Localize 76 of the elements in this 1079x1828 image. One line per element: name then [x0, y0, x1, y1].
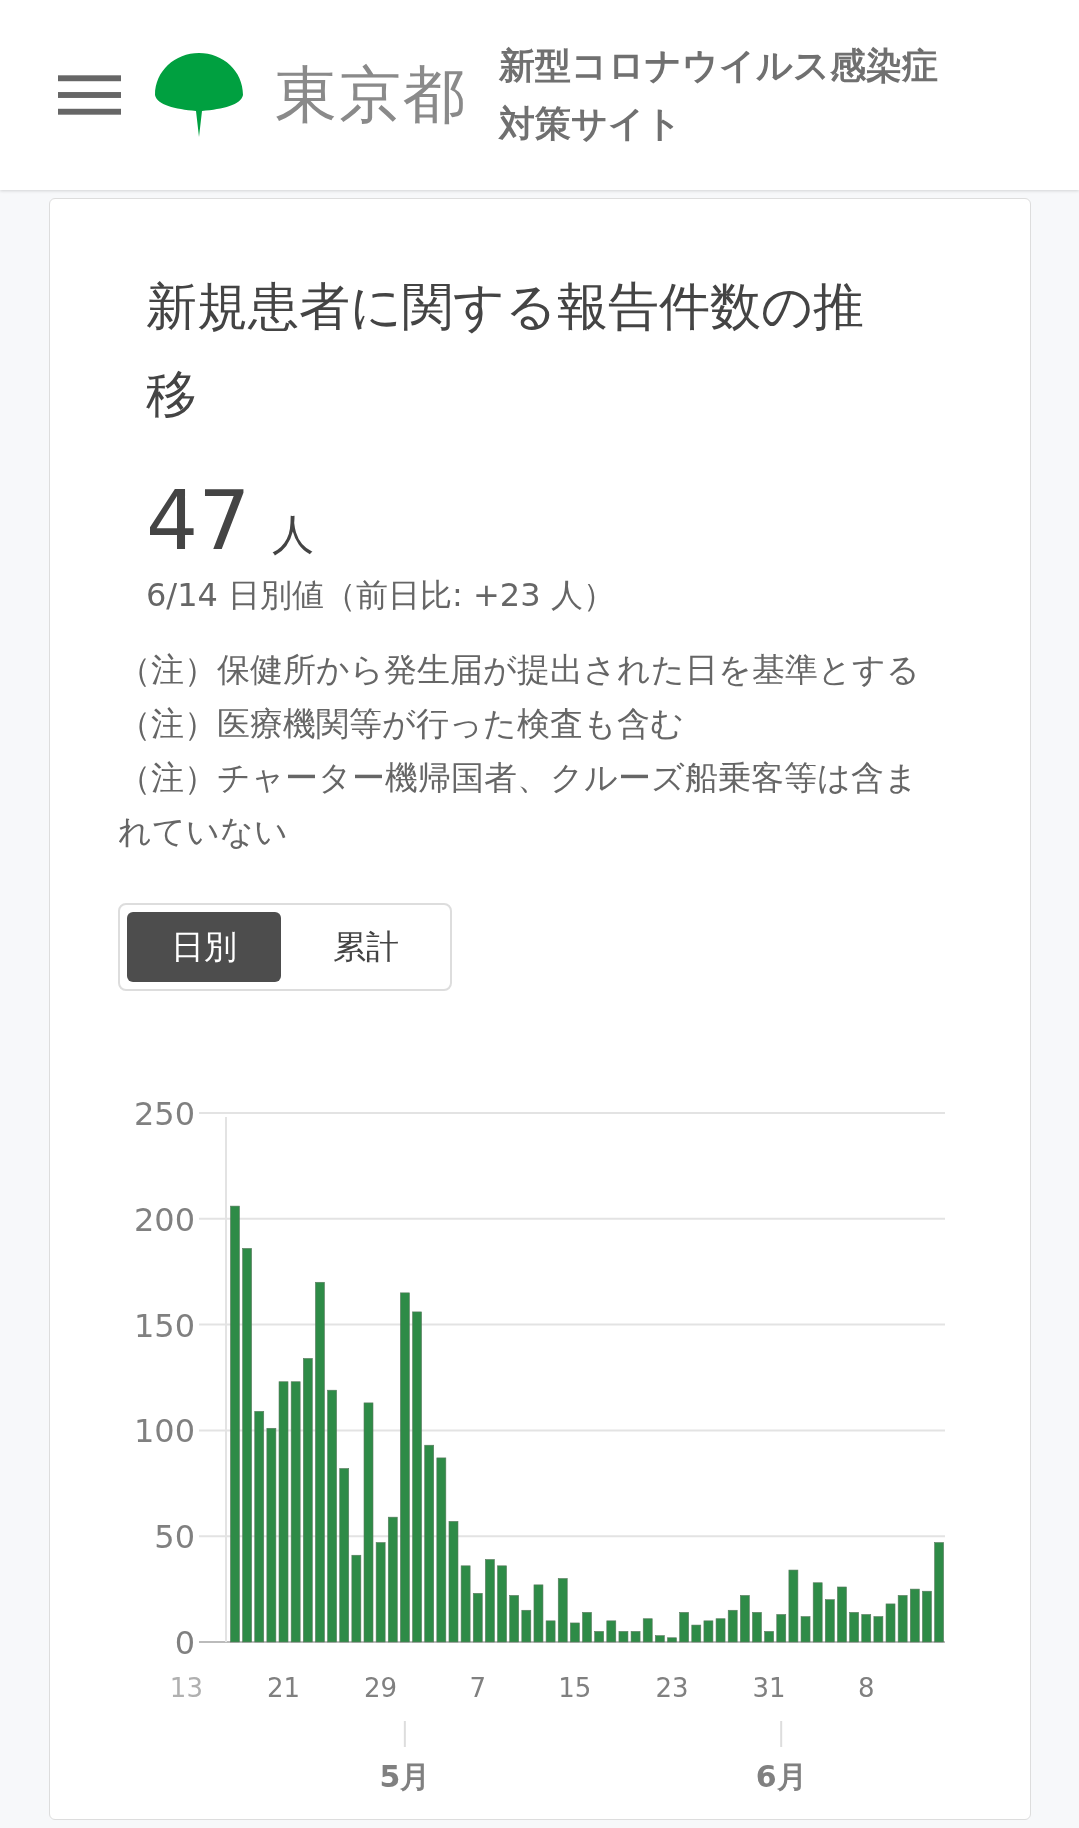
x-axis-label: 7 [469, 1673, 487, 1703]
bar[interactable] [703, 1620, 714, 1643]
toggle-button[interactable]: 日別 [127, 912, 281, 982]
card-title: 新規患者に関する報告件数の推移 [146, 276, 865, 426]
footnote: （注）チャーター機帰国者、クルーズ船乗客等は含まれていない [118, 757, 919, 853]
bar[interactable] [606, 1620, 617, 1643]
footnote: （注）保健所から発生届が提出された日を基準とする [118, 649, 921, 691]
bar[interactable] [873, 1616, 884, 1643]
y-axis-label: 100 [133, 1412, 195, 1451]
bar[interactable] [290, 1381, 301, 1643]
x-axis-label: 31 [752, 1673, 786, 1703]
bar[interactable] [557, 1578, 568, 1643]
bar[interactable] [727, 1609, 738, 1643]
x-axis-label: 29 [364, 1673, 398, 1703]
bar[interactable] [339, 1468, 350, 1643]
bar[interactable] [351, 1554, 362, 1643]
bar[interactable] [545, 1620, 556, 1643]
bar[interactable] [630, 1631, 641, 1643]
bar[interactable] [594, 1631, 604, 1643]
bar[interactable] [788, 1569, 799, 1643]
bar[interactable] [655, 1635, 665, 1643]
bar[interactable] [910, 1588, 920, 1643]
site-title: 対策サイト [499, 102, 683, 146]
bar[interactable] [667, 1637, 677, 1643]
bar[interactable] [387, 1516, 398, 1643]
bar[interactable] [885, 1603, 896, 1643]
bar[interactable] [254, 1411, 265, 1643]
y-axis-label: 250 [133, 1095, 195, 1133]
bar[interactable] [642, 1618, 653, 1643]
bar[interactable] [618, 1631, 629, 1643]
date-comparison-text: 6/14 日別値（前日比: +23 人） [146, 575, 616, 616]
bar[interactable] [776, 1614, 787, 1643]
count-unit: 人 [272, 509, 315, 561]
bar[interactable] [448, 1521, 459, 1643]
bar[interactable] [570, 1622, 580, 1643]
bar[interactable] [897, 1595, 908, 1643]
month-tick [780, 1720, 783, 1748]
bar[interactable] [278, 1381, 289, 1643]
x-axis-label: 23 [655, 1673, 689, 1703]
footnote: （注）医療機関等が行った検査も含む [118, 703, 685, 745]
y-axis-label: 150 [133, 1306, 195, 1345]
x-axis-label: 15 [558, 1673, 592, 1703]
total-count: 47 [146, 473, 251, 569]
bar[interactable] [812, 1582, 823, 1643]
bar[interactable] [837, 1586, 847, 1643]
bar[interactable] [521, 1609, 532, 1643]
bar[interactable] [375, 1542, 386, 1643]
bar[interactable] [691, 1624, 702, 1643]
bar[interactable] [266, 1428, 277, 1643]
bar[interactable] [752, 1612, 762, 1643]
site-title: 新型コロナウイルス感染症 [499, 44, 938, 88]
bar[interactable] [715, 1618, 726, 1643]
x-axis-label: 13 [169, 1673, 203, 1703]
y-axis-label: 50 [154, 1518, 195, 1557]
bar[interactable] [582, 1612, 592, 1643]
y-axis-label: 0 [174, 1624, 195, 1662]
y-axis-label: 200 [133, 1200, 195, 1239]
bar[interactable] [825, 1599, 835, 1643]
x-axis-label: 8 [857, 1673, 875, 1703]
bar[interactable] [679, 1612, 689, 1643]
x-axis-label: 21 [266, 1673, 301, 1703]
month-label: 6月 [755, 1759, 807, 1794]
bar[interactable] [533, 1584, 544, 1643]
bar[interactable] [472, 1593, 483, 1643]
month-tick [403, 1720, 406, 1748]
menu-icon[interactable] [58, 75, 121, 115]
bar[interactable] [800, 1616, 811, 1643]
bar[interactable] [363, 1402, 374, 1643]
bar[interactable] [922, 1590, 932, 1643]
bar[interactable] [861, 1614, 872, 1643]
bar[interactable] [497, 1565, 507, 1643]
bar[interactable] [764, 1631, 774, 1643]
bar[interactable] [849, 1612, 859, 1643]
bar[interactable] [436, 1457, 447, 1643]
month-label: 5月 [379, 1759, 431, 1794]
bar[interactable] [460, 1565, 471, 1643]
